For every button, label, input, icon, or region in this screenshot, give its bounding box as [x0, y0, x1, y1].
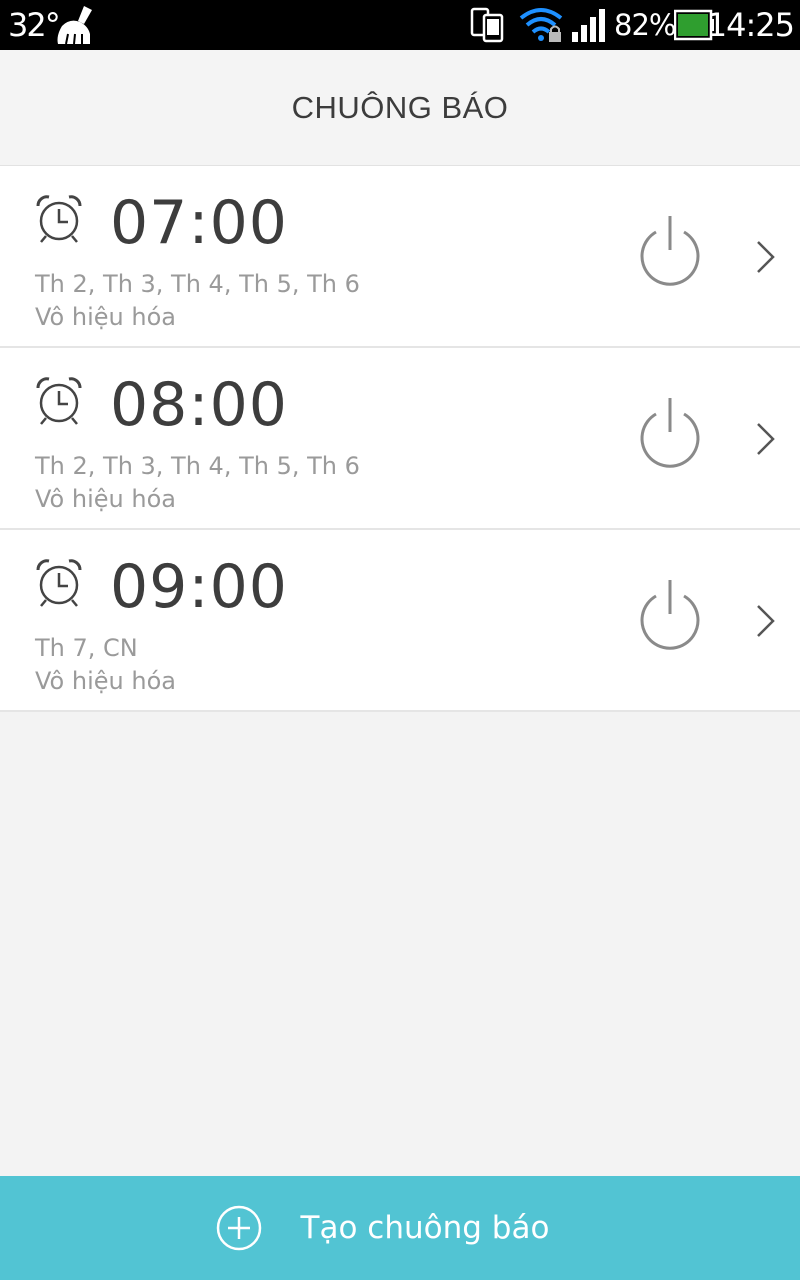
power-toggle-icon[interactable]: [636, 578, 704, 652]
alarm-clock-icon: [36, 195, 82, 243]
power-toggle-icon[interactable]: [636, 214, 704, 288]
alarm-time: 09:00: [110, 552, 288, 622]
power-toggle-icon[interactable]: [636, 396, 704, 470]
alarm-status: Vô hiệu hóa: [35, 303, 176, 331]
alarm-list: 07:00 Th 2, Th 3, Th 4, Th 5, Th 6 Vô hi…: [0, 166, 800, 712]
page-header: CHUÔNG BÁO: [0, 50, 800, 166]
alarm-clock-icon: [36, 559, 82, 607]
chevron-right-icon[interactable]: [752, 602, 780, 640]
alarm-status: Vô hiệu hóa: [35, 667, 176, 695]
chevron-right-icon[interactable]: [752, 420, 780, 458]
weather-temperature: 32°: [8, 6, 61, 44]
page-title: CHUÔNG BÁO: [291, 89, 509, 125]
alarm-repeat-days: Th 2, Th 3, Th 4, Th 5, Th 6: [35, 270, 360, 298]
plus-circle-icon: [216, 1205, 261, 1251]
wifi-locked-icon: [519, 8, 563, 42]
alarm-item[interactable]: 07:00 Th 2, Th 3, Th 4, Th 5, Th 6 Vô hi…: [0, 166, 800, 348]
add-alarm-button[interactable]: Tạo chuông báo: [0, 1176, 800, 1280]
add-alarm-label: Tạo chuông báo: [300, 1210, 550, 1246]
cleaner-broom-icon: [57, 6, 92, 45]
dual-sim-icon: [470, 7, 504, 43]
alarm-item[interactable]: 09:00 Th 7, CN Vô hiệu hóa: [0, 530, 800, 712]
alarm-status: Vô hiệu hóa: [35, 485, 176, 513]
alarm-time: 07:00: [110, 188, 288, 258]
battery-percent: 82%: [614, 8, 676, 42]
signal-strength-icon: [572, 9, 605, 42]
alarm-clock-icon: [36, 377, 82, 425]
alarm-repeat-days: Th 2, Th 3, Th 4, Th 5, Th 6: [35, 452, 360, 480]
chevron-right-icon[interactable]: [752, 238, 780, 276]
alarm-repeat-days: Th 7, CN: [35, 634, 138, 662]
clock-time: 14:25: [706, 6, 795, 44]
alarm-time: 08:00: [110, 370, 288, 440]
status-bar: 32° 82% 14:25: [0, 0, 800, 50]
alarm-item[interactable]: 08:00 Th 2, Th 3, Th 4, Th 5, Th 6 Vô hi…: [0, 348, 800, 530]
